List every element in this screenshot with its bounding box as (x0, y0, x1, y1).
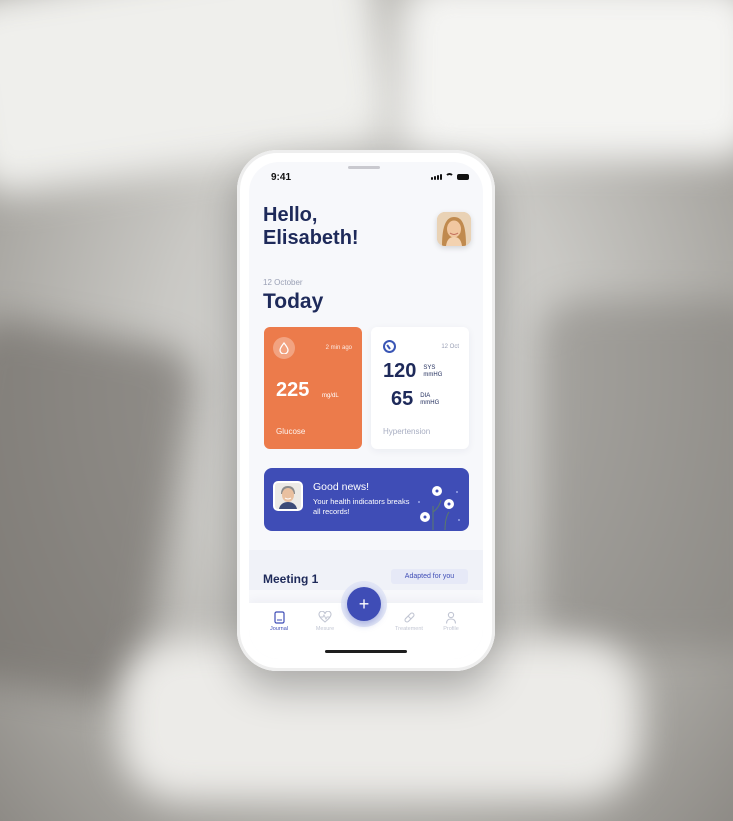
dandelion-illustration (418, 486, 460, 530)
meeting-title: Meeting 1 (263, 572, 319, 586)
signal-icon (431, 174, 442, 180)
profile-avatar[interactable] (437, 212, 471, 246)
systolic-units: SYS mmHG (423, 365, 442, 379)
section-title: Today (263, 290, 324, 313)
phone-frame: 9:41 Hello, Elisabeth! 12 October Today … (237, 150, 495, 671)
add-button[interactable]: + (347, 587, 381, 621)
user-icon (431, 610, 471, 624)
news-title: Good news! (313, 481, 370, 493)
hypertension-date: 12 Oct (441, 344, 459, 350)
wifi-icon (445, 173, 454, 180)
systolic-label: SYS (423, 364, 436, 371)
systolic-value: 120 (383, 360, 417, 382)
tab-mesure[interactable]: Mesure (305, 610, 345, 632)
status-icons (431, 173, 469, 180)
pill-icon (389, 610, 429, 624)
home-indicator[interactable] (325, 650, 407, 653)
book-icon (259, 610, 299, 624)
bottom-tab-bar: + Journal Mesure Treatement Profile (249, 581, 483, 659)
man-portrait-icon (275, 483, 301, 509)
adapted-badge: Adapted for you (391, 569, 468, 584)
app-screen: 9:41 Hello, Elisabeth! 12 October Today … (249, 162, 483, 659)
systolic-unit: mmHG (423, 371, 443, 378)
tab-label: Profile (443, 626, 459, 632)
tab-treatement[interactable]: Treatement (389, 610, 429, 632)
tab-profile[interactable]: Profile (431, 610, 471, 632)
glucose-unit: mg/dL (322, 393, 339, 399)
glucose-value: 225 (276, 379, 310, 401)
speaker-notch (348, 166, 380, 169)
tab-journal[interactable]: Journal (259, 610, 299, 632)
diastolic-unit: mmHG (420, 399, 440, 406)
glucose-time: 2 min ago (325, 345, 352, 351)
heart-icon (305, 610, 345, 624)
doctor-avatar (273, 481, 303, 511)
date-label: 12 October (263, 278, 303, 287)
gauge-icon (383, 340, 396, 353)
status-time: 9:41 (271, 172, 292, 183)
tab-label: Treatement (395, 626, 423, 632)
news-text: Your health indicators breaks all record… (313, 497, 410, 516)
glucose-card[interactable]: 2 min ago 225 mg/dL Glucose (264, 327, 362, 449)
tab-label: Mesure (315, 626, 335, 632)
background-ceiling-light (400, 0, 733, 160)
greeting-title: Hello, Elisabeth! (263, 204, 359, 249)
glucose-label: Glucose (276, 427, 306, 436)
hypertension-label: Hypertension (383, 427, 431, 436)
diastolic-value: 65 (391, 388, 414, 410)
hypertension-card[interactable]: 12 Oct 120 SYS mmHG 65 DIA mmHG Hypertensi… (371, 327, 469, 449)
diastolic-reading: 65 DIA mmHG (391, 388, 439, 411)
tab-label: Journal (269, 626, 289, 632)
battery-icon (457, 174, 469, 180)
systolic-reading: 120 SYS mmHG (383, 360, 442, 383)
background-shadow (540, 300, 733, 650)
good-news-banner[interactable]: Good news! Your health indicators breaks… (264, 468, 469, 531)
woman-portrait-icon (437, 212, 471, 246)
drop-icon (273, 337, 295, 359)
diastolic-label: DIA (420, 392, 431, 399)
diastolic-units: DIA mmHG (420, 393, 439, 407)
